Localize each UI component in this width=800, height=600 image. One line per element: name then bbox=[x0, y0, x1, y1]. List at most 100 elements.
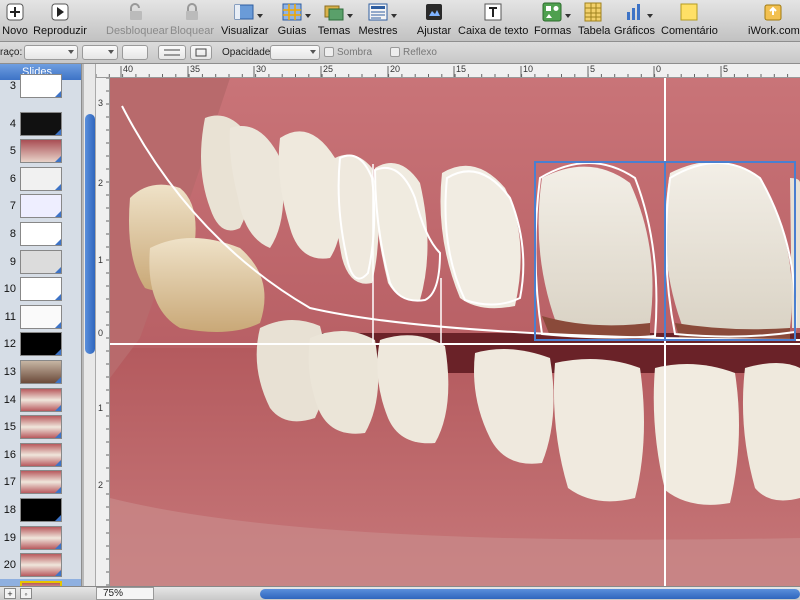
format-bar: raço: Opacidade: Sombra Reflexo bbox=[0, 42, 800, 64]
iwork-share-button[interactable]: iWork.com bbox=[748, 2, 800, 40]
slide-item-10[interactable]: 10 bbox=[0, 275, 81, 303]
opacity-select[interactable] bbox=[270, 45, 320, 60]
slide-item-6[interactable]: 6 bbox=[0, 165, 81, 193]
ruler-label: 0 bbox=[98, 328, 104, 338]
stroke-style-select[interactable] bbox=[24, 45, 78, 60]
table-button[interactable]: Tabela bbox=[578, 2, 610, 40]
fill-icon bbox=[195, 48, 207, 57]
slide-thumbnail bbox=[20, 553, 62, 578]
lock-icon bbox=[182, 2, 202, 22]
shadow-label: Sombra bbox=[337, 47, 373, 58]
zoom-select[interactable]: 75% bbox=[96, 587, 154, 600]
comment-button[interactable]: Comentário bbox=[661, 2, 718, 40]
slide-thumbnail bbox=[20, 415, 62, 440]
line-ends-button[interactable] bbox=[158, 45, 186, 60]
slide-item-15[interactable]: 15 bbox=[0, 413, 81, 441]
status-bar: + ◦ 75% bbox=[0, 586, 800, 600]
slides-navigator: Slides 3456789101112131415161718192021 bbox=[0, 64, 82, 586]
slide-item-7[interactable]: 7 bbox=[0, 192, 81, 220]
comment-icon bbox=[679, 2, 699, 22]
slide-item-13[interactable]: 13 bbox=[0, 358, 81, 386]
sidebar-scroll-thumb[interactable] bbox=[85, 114, 95, 354]
slide-thumbnail bbox=[20, 387, 62, 412]
slide-number: 19 bbox=[3, 531, 16, 544]
slide-options-icon[interactable]: ◦ bbox=[20, 588, 32, 599]
slide-number: 12 bbox=[3, 338, 16, 351]
lock-button[interactable]: Bloquear bbox=[170, 2, 214, 40]
ruler-label: 2 bbox=[98, 178, 104, 188]
slide-item-14[interactable]: 14 bbox=[0, 386, 81, 414]
slide-thumbnail bbox=[20, 249, 62, 274]
view-button[interactable]: Visualizar bbox=[221, 2, 269, 40]
slide-number: 3 bbox=[9, 80, 16, 92]
guides-button[interactable]: Guias bbox=[276, 2, 311, 40]
slide-number: 9 bbox=[9, 255, 16, 268]
slide-number: 7 bbox=[9, 200, 16, 213]
stroke-width-field[interactable] bbox=[122, 45, 148, 60]
slide-canvas[interactable] bbox=[110, 78, 800, 586]
slide-number: 18 bbox=[3, 504, 16, 516]
ruler-label: 15 bbox=[456, 64, 467, 74]
shadow-checkbox[interactable] bbox=[324, 47, 334, 57]
shapes-button[interactable]: Formas bbox=[534, 2, 571, 40]
slide-item-19[interactable]: 19 bbox=[0, 524, 81, 552]
fill-button[interactable] bbox=[190, 45, 212, 60]
play-button[interactable]: Reproduzir bbox=[32, 2, 88, 40]
slide-item-16[interactable]: 16 bbox=[0, 441, 81, 469]
unlock-icon bbox=[126, 2, 146, 22]
table-icon bbox=[583, 2, 603, 22]
slide-number: 20 bbox=[3, 559, 16, 572]
slide-thumbnail bbox=[20, 139, 62, 164]
slide-item-12[interactable]: 12 bbox=[0, 330, 81, 358]
horizontal-scroll-thumb[interactable] bbox=[260, 589, 800, 599]
slide-thumbnail bbox=[20, 111, 62, 136]
slide-number: 14 bbox=[3, 393, 16, 406]
ruler-label: 20 bbox=[390, 64, 401, 74]
opacity-label: Opacidade: bbox=[222, 47, 274, 58]
themes-button[interactable]: Temas bbox=[316, 2, 353, 40]
slide-thumbnail bbox=[20, 194, 62, 219]
ruler-label: 1 bbox=[98, 403, 104, 413]
slide-item-17[interactable]: 17 bbox=[0, 468, 81, 496]
adjust-button[interactable]: Ajustar bbox=[416, 2, 452, 40]
ruler-label: 3 bbox=[98, 98, 104, 108]
view-icon bbox=[234, 2, 263, 22]
slide-number: 16 bbox=[3, 448, 16, 461]
vertical-ruler: 3 2 1 0 1 2 bbox=[96, 78, 110, 586]
slide-item-3[interactable]: 3 bbox=[0, 72, 81, 100]
slide-item-8[interactable]: 8 bbox=[0, 220, 81, 248]
masters-button[interactable]: Mestres bbox=[358, 2, 398, 40]
slide-item-4[interactable]: 4 bbox=[0, 110, 81, 138]
stroke-color-select[interactable] bbox=[82, 45, 118, 60]
new-button[interactable]: Novo bbox=[2, 2, 28, 40]
unlock-button[interactable]: Desbloquear bbox=[106, 2, 168, 40]
slide-item-20[interactable]: 20 bbox=[0, 551, 81, 579]
sidebar-scrollbar[interactable] bbox=[84, 64, 96, 586]
slide-thumbnail bbox=[20, 166, 62, 191]
slide-number: 17 bbox=[3, 476, 16, 489]
reflection-checkbox[interactable] bbox=[390, 47, 400, 57]
slide-number: 13 bbox=[3, 366, 16, 378]
charts-button[interactable]: Gráficos bbox=[614, 2, 655, 40]
ruler-label: 1 bbox=[98, 255, 104, 265]
slide-item-21[interactable]: 21 bbox=[0, 578, 81, 586]
add-slide-icon[interactable]: + bbox=[4, 588, 16, 599]
slide-thumbnail bbox=[20, 360, 62, 384]
slide-item-5[interactable]: 5 bbox=[0, 137, 81, 165]
dental-photo bbox=[110, 78, 800, 586]
ruler-label: 10 bbox=[523, 64, 534, 74]
iwork-share-icon bbox=[763, 2, 783, 22]
play-icon bbox=[50, 2, 70, 22]
reflection-label: Reflexo bbox=[403, 47, 437, 58]
slide-number: 8 bbox=[9, 228, 16, 240]
slide-number: 4 bbox=[9, 117, 16, 130]
slide-item-11[interactable]: 11 bbox=[0, 303, 81, 331]
stroke-label: raço: bbox=[0, 47, 23, 58]
slide-item-9[interactable]: 9 bbox=[0, 248, 81, 276]
slide-thumbnail bbox=[20, 277, 62, 302]
slide-number: 10 bbox=[3, 283, 16, 296]
slide-item-18[interactable]: 18 bbox=[0, 496, 81, 524]
ruler-label: 2 bbox=[98, 480, 104, 490]
textbox-button[interactable]: Caixa de texto bbox=[458, 2, 528, 40]
slide-number: 5 bbox=[9, 145, 16, 158]
